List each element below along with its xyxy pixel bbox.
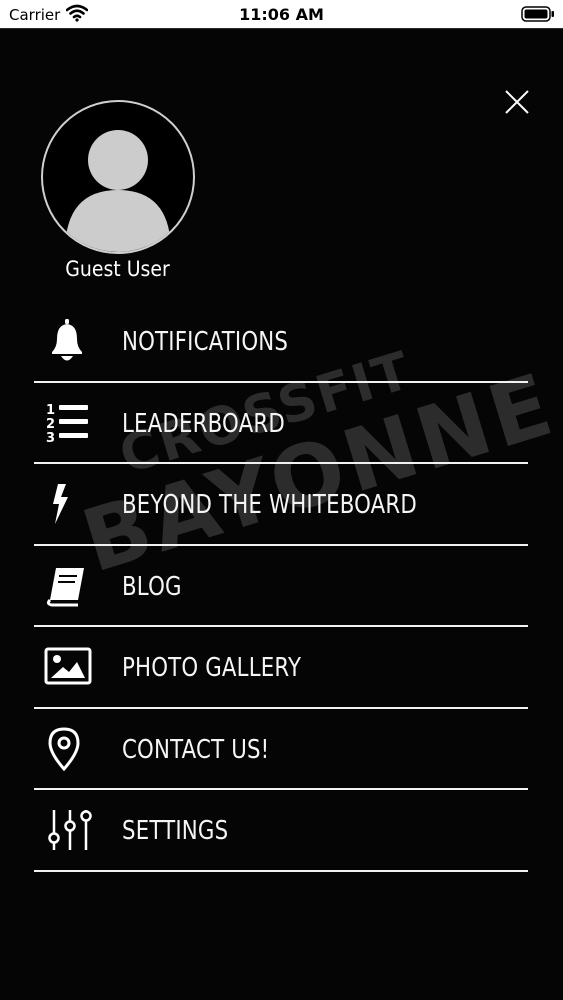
app-screen: Carrier 11:06 AM CROSSFIT BAYONNE Guest … xyxy=(0,0,563,1000)
menu-item-leaderboard[interactable]: 1 2 3 LEADERBOARD xyxy=(0,383,563,464)
lightning-bolt-icon xyxy=(44,482,92,526)
book-icon xyxy=(44,564,92,608)
menu-divider xyxy=(34,869,528,872)
avatar[interactable] xyxy=(41,100,195,254)
close-button[interactable] xyxy=(502,87,532,117)
battery-icon xyxy=(521,6,555,26)
menu-item-label: CONTACT US! xyxy=(122,734,270,765)
close-icon xyxy=(505,90,529,114)
menu-item-label: PHOTO GALLERY xyxy=(122,653,302,683)
map-pin-icon xyxy=(44,726,92,771)
status-bar: Carrier 11:06 AM xyxy=(0,0,563,28)
menu-item-label: BLOG xyxy=(122,571,182,602)
side-menu: CROSSFIT BAYONNE Guest User NOTIFICATION… xyxy=(0,28,563,1000)
menu-item-label: SETTINGS xyxy=(122,816,229,846)
bell-icon xyxy=(44,319,92,363)
menu-item-label: NOTIFICATIONS xyxy=(122,327,289,357)
menu-item-settings[interactable]: SETTINGS xyxy=(0,790,563,872)
user-name: Guest User xyxy=(65,257,170,281)
svg-text:3: 3 xyxy=(46,431,55,445)
menu-list: NOTIFICATIONS 1 2 3 LEADERBOARD BEYOND T… xyxy=(0,301,563,872)
menu-item-contact-us[interactable]: CONTACT US! xyxy=(0,709,563,790)
menu-item-label: LEADERBOARD xyxy=(122,408,285,439)
menu-item-label: BEYOND THE WHITEBOARD xyxy=(122,490,417,520)
sliders-icon xyxy=(44,808,92,852)
ranked-list-icon: 1 2 3 xyxy=(44,401,92,446)
menu-item-photo-gallery[interactable]: PHOTO GALLERY xyxy=(0,627,563,709)
menu-item-notifications[interactable]: NOTIFICATIONS xyxy=(0,301,563,383)
menu-item-blog[interactable]: BLOG xyxy=(0,546,563,627)
menu-item-beyond-the-whiteboard[interactable]: BEYOND THE WHITEBOARD xyxy=(0,464,563,546)
image-icon xyxy=(44,645,92,689)
status-time: 11:06 AM xyxy=(239,5,324,24)
svg-text:2: 2 xyxy=(46,417,55,432)
svg-text:1: 1 xyxy=(46,403,55,418)
user-silhouette-icon xyxy=(65,130,171,252)
